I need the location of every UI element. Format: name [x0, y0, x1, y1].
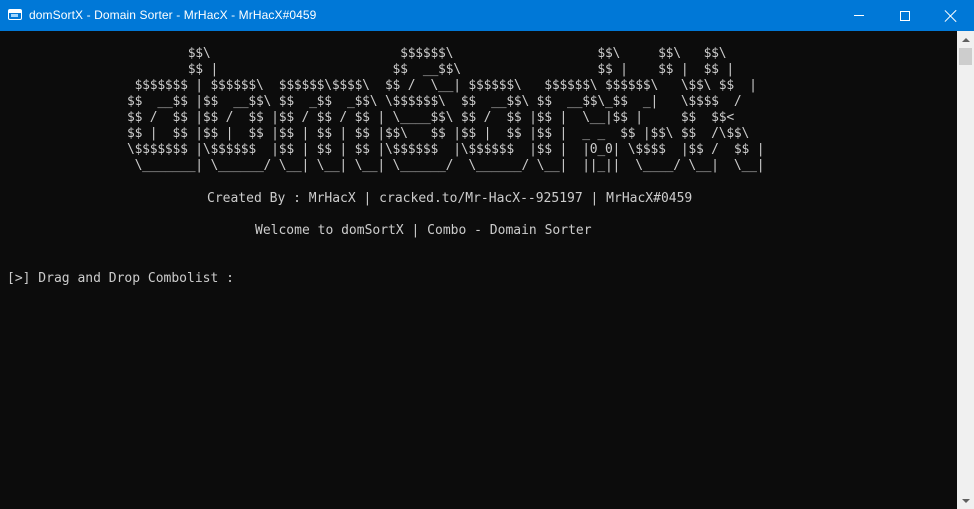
close-icon — [945, 10, 957, 22]
console-output[interactable]: $$\ $$$$$$\ $$\ $$\ $$\ $$ | $$ __$$\ $$… — [0, 31, 957, 509]
window-title: domSortX - Domain Sorter - MrHacX - MrHa… — [29, 8, 317, 22]
minimize-button[interactable] — [836, 0, 882, 31]
credits-line: Created By : MrHacX | cracked.to/Mr-HacX… — [207, 191, 693, 206]
scroll-down-arrow-icon — [961, 498, 970, 503]
title-bar[interactable]: domSortX - Domain Sorter - MrHacX - MrHa… — [0, 0, 974, 31]
ascii-art-banner: $$\ $$$$$$\ $$\ $$\ $$\ $$ | $$ __$$\ $$… — [127, 46, 765, 173]
minimize-icon — [854, 15, 864, 16]
console-window: domSortX - Domain Sorter - MrHacX - MrHa… — [0, 0, 974, 509]
vertical-scrollbar[interactable] — [957, 31, 974, 509]
close-button[interactable] — [928, 0, 974, 31]
input-prompt[interactable]: [>] Drag and Drop Combolist : — [7, 271, 234, 286]
maximize-button[interactable] — [882, 0, 928, 31]
welcome-message: Welcome to domSortX | Combo - Domain Sor… — [255, 223, 592, 238]
console-app-icon — [8, 9, 22, 20]
scroll-up-button[interactable] — [957, 31, 974, 48]
scroll-up-arrow-icon — [961, 37, 970, 42]
maximize-icon — [900, 10, 910, 21]
scroll-down-button[interactable] — [957, 492, 974, 509]
scroll-thumb[interactable] — [959, 48, 972, 65]
